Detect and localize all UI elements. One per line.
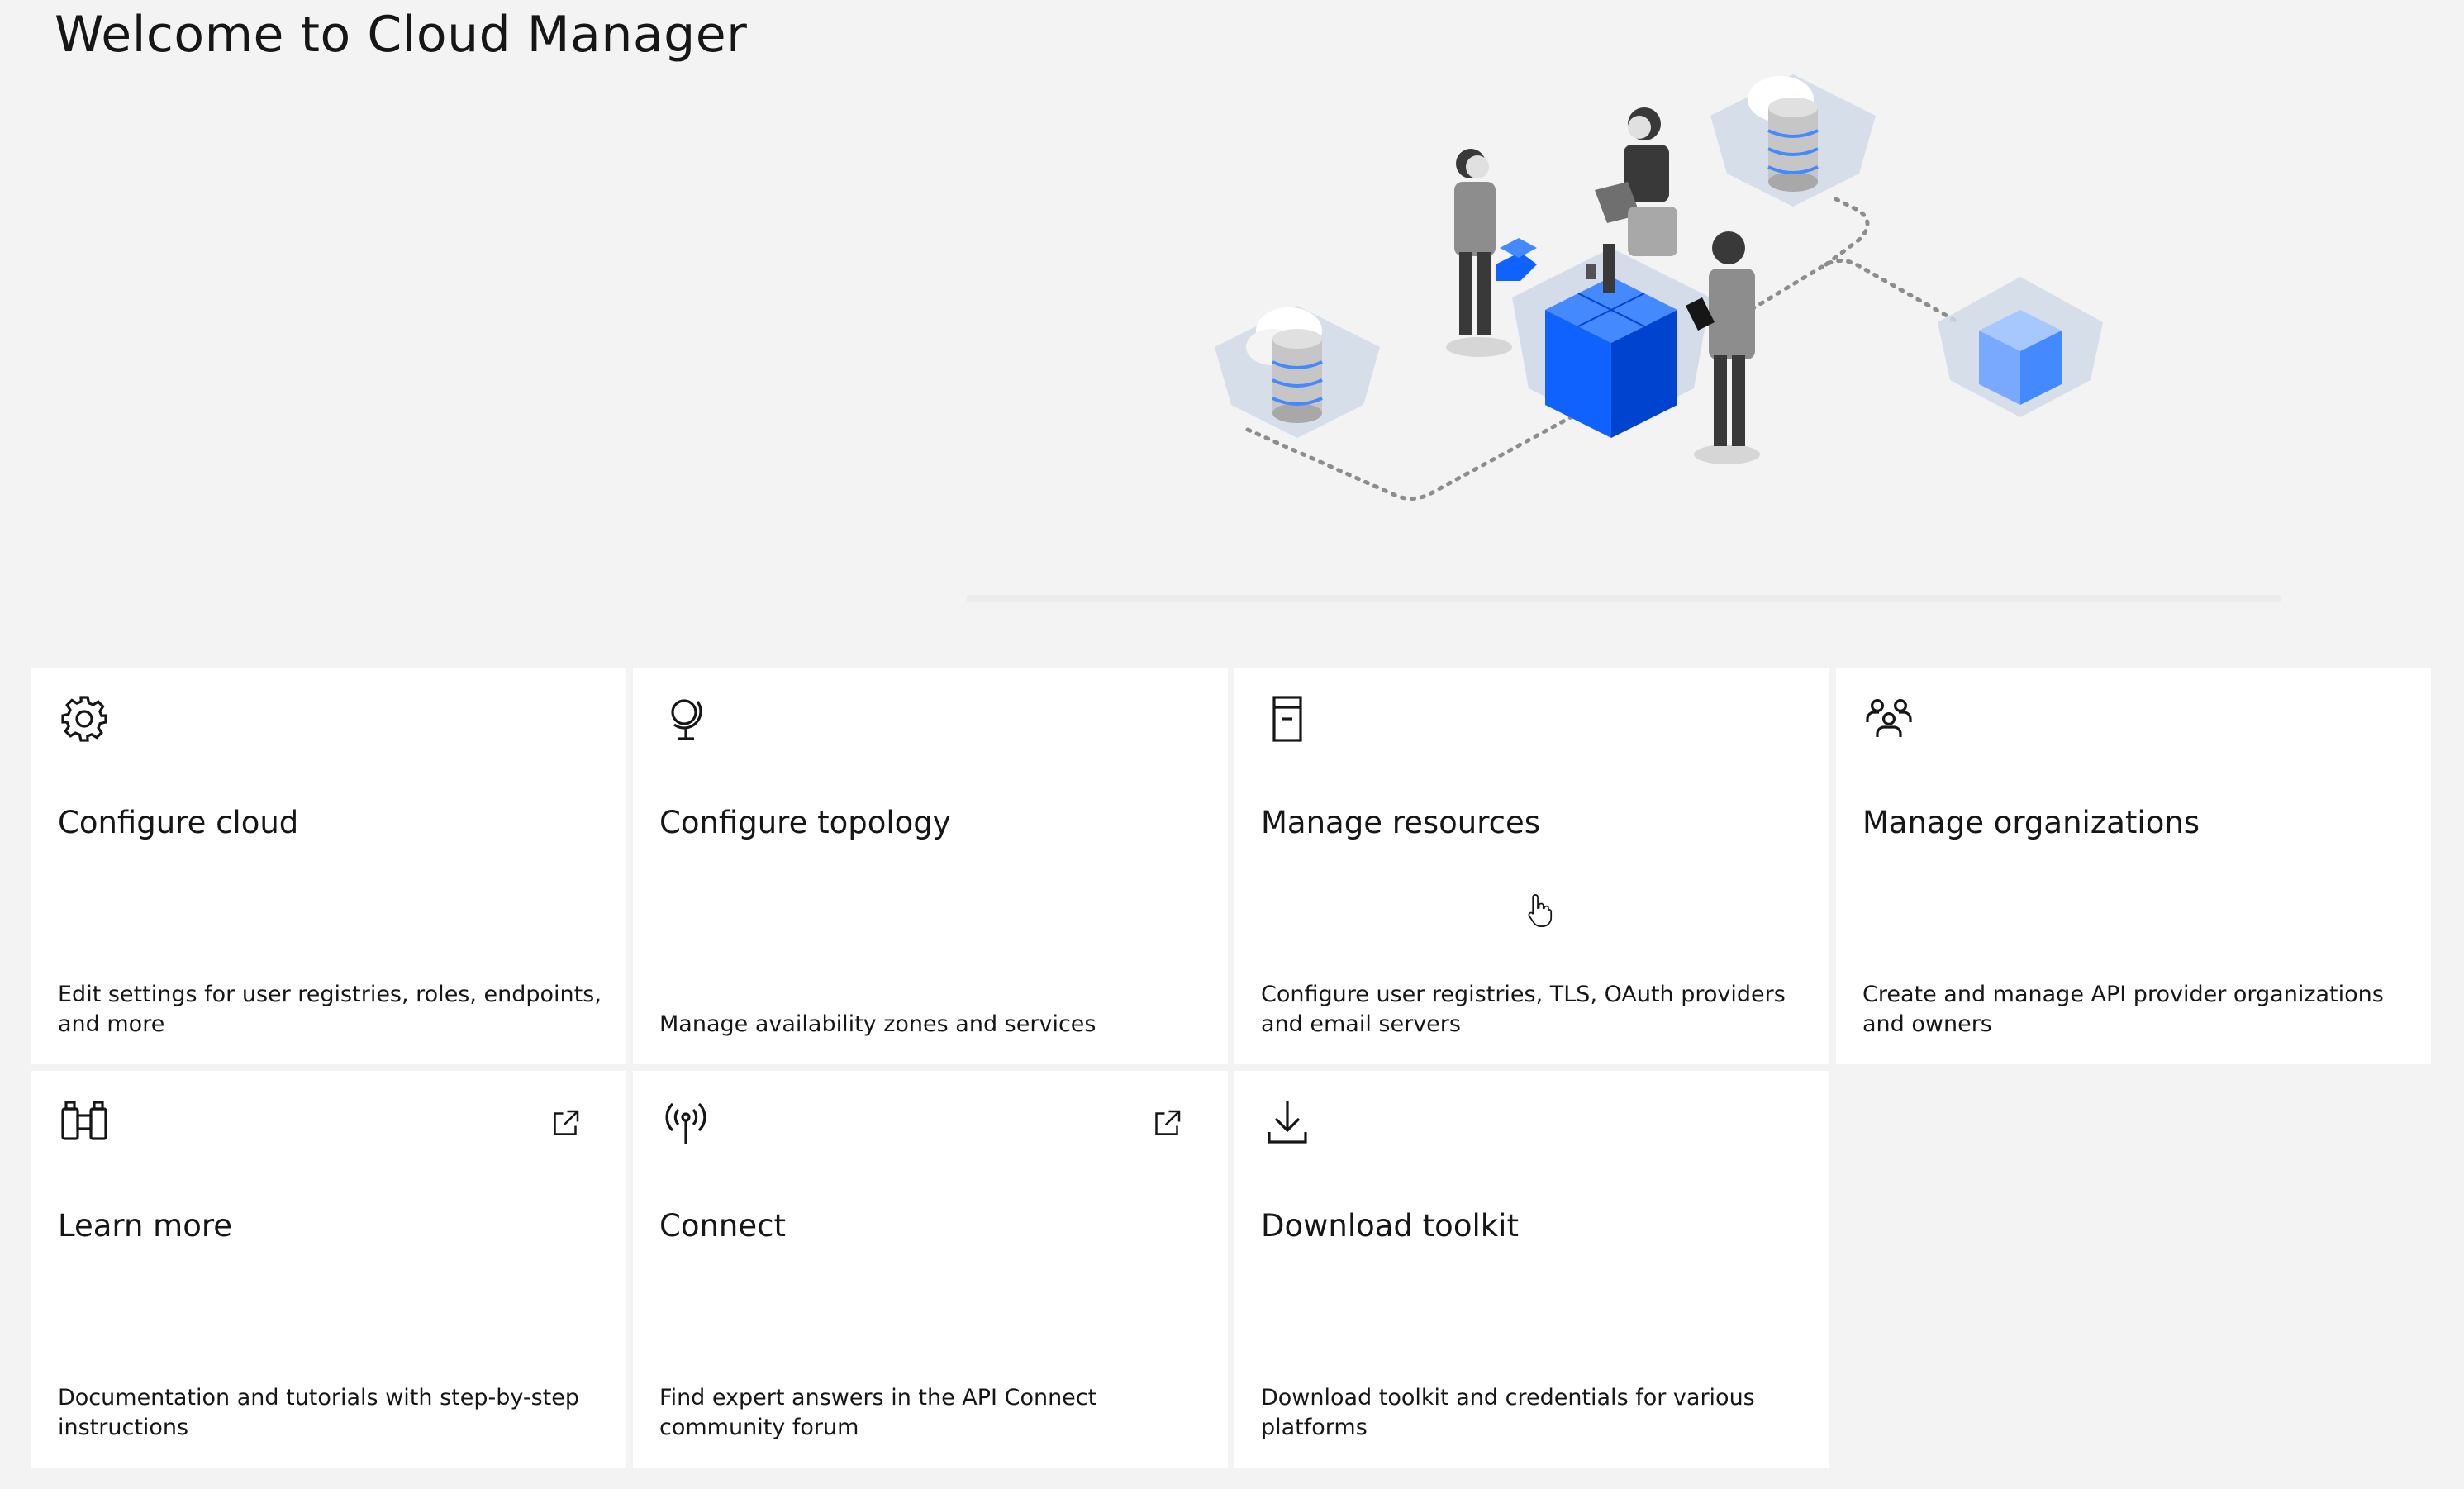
tile-description: Edit settings for user registries, roles… [58, 982, 602, 1037]
cloud-manager-welcome-page: Welcome to Cloud Manager Configure cloud… [0, 0, 2464, 1489]
server-icon [1261, 692, 1314, 745]
tile-description: Download toolkit and credentials for var… [1261, 1385, 1755, 1440]
hero-illustration-graphic [967, 74, 2281, 602]
tile-grid: Configure cloud Edit settings for user r… [31, 668, 2431, 1468]
tile-title: Download toolkit [1261, 1208, 1519, 1244]
download-icon [1261, 1096, 1314, 1149]
tile-manage-organizations[interactable]: Manage organizations Create and manage A… [1836, 668, 2431, 1064]
tile-title: Configure cloud [58, 805, 299, 840]
antenna-icon [659, 1096, 712, 1149]
globe-icon [659, 692, 712, 745]
tile-manage-resources[interactable]: Manage resources Configure user registri… [1234, 668, 1829, 1064]
tile-title: Learn more [58, 1208, 233, 1244]
tile-description: Create and manage API provider organizat… [1862, 982, 2384, 1037]
page-title: Welcome to Cloud Manager [55, 6, 748, 64]
cube-right [1938, 277, 2103, 417]
tile-learn-more[interactable]: Learn more Documentation and tutorials w… [31, 1071, 626, 1468]
tile-title: Connect [659, 1208, 786, 1244]
tile-description: Configure user registries, TLS, OAuth pr… [1261, 982, 1786, 1037]
users-icon [1862, 692, 1915, 745]
tile-title: Configure topology [659, 805, 951, 840]
hand-cursor-icon [1525, 892, 1555, 929]
tile-connect[interactable]: Connect Find expert answers in the API C… [633, 1071, 1228, 1468]
tile-description: Find expert answers in the API Connect c… [659, 1385, 1097, 1440]
tile-title: Manage organizations [1862, 805, 2200, 840]
tile-configure-topology[interactable]: Configure topology Manage availability z… [633, 668, 1228, 1064]
tile-configure-cloud[interactable]: Configure cloud Edit settings for user r… [31, 668, 626, 1064]
tile-title: Manage resources [1261, 805, 1541, 840]
tile-description: Documentation and tutorials with step-by… [58, 1385, 580, 1440]
hero-illustration [967, 50, 2281, 611]
tile-download-toolkit[interactable]: Download toolkit Download toolkit and cr… [1234, 1071, 1829, 1468]
binoculars-icon [58, 1096, 111, 1149]
database-left [1215, 306, 1380, 438]
launch-icon[interactable] [1150, 1107, 1183, 1140]
tile-description: Manage availability zones and services [659, 1011, 1096, 1037]
database-top-right [1710, 74, 1876, 207]
launch-icon[interactable] [549, 1107, 582, 1140]
settings-icon [58, 692, 111, 745]
